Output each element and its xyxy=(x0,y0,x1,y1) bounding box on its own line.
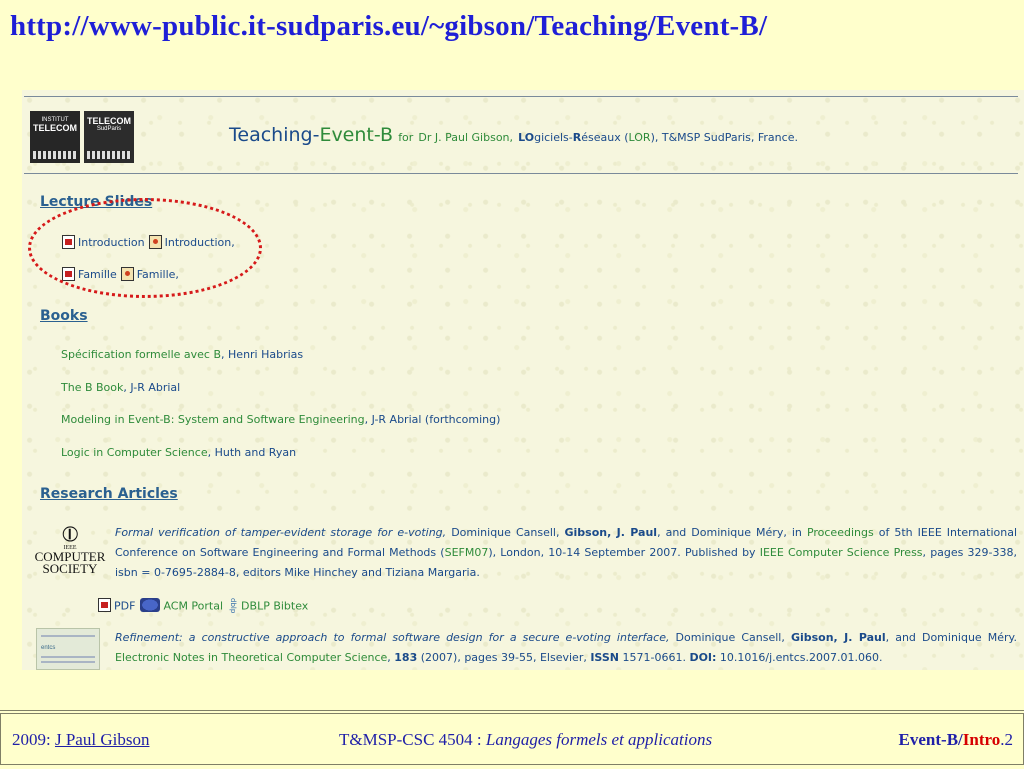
cover-line xyxy=(41,661,95,663)
entcs-journal-cover: entcs xyxy=(36,628,100,670)
title-eseaux: éseaux ( xyxy=(581,131,629,144)
pdf-link[interactable]: PDF xyxy=(114,599,135,612)
issn-value: 1571-0661. xyxy=(618,651,690,664)
lor-link[interactable]: LOR xyxy=(629,131,651,144)
ieee-computer-society-logo: ⦶ IEEE COMPUTER SOCIETY xyxy=(32,521,108,576)
book-item: The B Book, J-R Abrial xyxy=(61,381,180,394)
doi-label: DOI: xyxy=(689,651,717,664)
logo-text-line2: SudParis xyxy=(96,126,122,132)
article2-authors-post: , and Dominique Méry. xyxy=(885,631,1017,644)
footer-center: T&MSP-CSC 4504 : Langages formels et app… xyxy=(339,730,712,750)
footer-left: 2009: J Paul Gibson xyxy=(12,730,149,750)
book-title-link[interactable]: Spécification formelle avec B xyxy=(61,348,221,361)
dblp-bibtex-link[interactable]: DBLP Bibtex xyxy=(241,599,308,612)
pdf-icon xyxy=(98,598,111,613)
logo-text-line1: TELECOM xyxy=(87,116,131,126)
footer-event: Event-B/ xyxy=(898,730,963,749)
book-author: , J-R Abrial (forthcoming) xyxy=(364,413,501,426)
cover-line xyxy=(41,635,95,637)
article2-gibson: Gibson, J. Paul xyxy=(790,631,886,644)
books-heading[interactable]: Books xyxy=(40,308,88,324)
article2-rest: (2007), pages 39-55, Elsevier, xyxy=(417,651,591,664)
book-author: , Henri Habrias xyxy=(221,348,304,361)
book-item: Modeling in Event-B: System and Software… xyxy=(61,413,500,426)
cover-line xyxy=(41,656,95,658)
book-item: Spécification formelle avec B, Henri Hab… xyxy=(61,348,303,361)
book-title-link[interactable]: Logic in Computer Science xyxy=(61,446,208,459)
page-title: Teaching-Event-B for Dr J. Paul Gibson, … xyxy=(229,124,798,146)
footer-course-title: Langages formels et applications xyxy=(485,730,713,749)
ieee-glyph-icon: ⦶ xyxy=(62,521,78,546)
entcs-link[interactable]: Electronic Notes in Theoretical Computer… xyxy=(115,651,387,664)
slide-footer: 2009: J Paul Gibson T&MSP-CSC 4504 : Lan… xyxy=(0,710,1024,769)
title-giciels: giciels- xyxy=(534,131,573,144)
dblp-icon: dblp xyxy=(229,598,238,614)
sefm07-link[interactable]: SEFM07 xyxy=(445,546,489,559)
title-rest: ), T&MSP SudParis, France. xyxy=(650,131,798,144)
footer-right: Event-B/Intro.2 xyxy=(899,730,1013,750)
article-2: Refinement: a constructive approach to f… xyxy=(115,628,1017,668)
acm-icon xyxy=(140,598,161,613)
book-title-link[interactable]: The B Book xyxy=(61,381,123,394)
webpage-screenshot: INSTITUT TELECOM TELECOM SudParis Teachi… xyxy=(22,90,1024,670)
publisher-link[interactable]: IEEE Computer Science Press xyxy=(760,546,923,559)
footer-intro: Intro xyxy=(962,730,1001,749)
header-divider xyxy=(24,173,1018,174)
article1-links: PDF ACM Portal dblp DBLP Bibtex xyxy=(98,598,308,613)
article1-title: Formal verification of tamper-evident st… xyxy=(115,526,447,539)
article2-title: Refinement: a constructive approach to f… xyxy=(115,631,670,644)
article1-authors-post: , and Dominique Méry, in xyxy=(657,526,807,539)
article-1: Formal verification of tamper-evident st… xyxy=(115,523,1017,583)
highlight-ellipse xyxy=(28,198,262,298)
slide-url-heading[interactable]: http://www-public.it-sudparis.eu/~gibson… xyxy=(10,10,767,43)
ieee-line2: SOCIETY xyxy=(42,561,98,576)
footer-frame: 2009: J Paul Gibson T&MSP-CSC 4504 : Lan… xyxy=(0,713,1024,765)
footer-course-code: T&MSP-CSC 4504 : xyxy=(339,730,486,749)
doi-value: 10.1016/j.entcs.2007.01.060. xyxy=(716,651,883,664)
footer-year: 2009: xyxy=(12,730,55,749)
top-divider xyxy=(24,96,1018,97)
telecom-sudparis-logo: TELECOM SudParis xyxy=(84,111,134,163)
article1-gibson: Gibson, J. Paul xyxy=(564,526,658,539)
article2-authors: Dominique Cansell, xyxy=(669,631,791,644)
article1-authors: Dominique Cansell, xyxy=(446,526,565,539)
title-lo: LO xyxy=(518,131,535,144)
title-teaching: Teaching- xyxy=(229,124,320,146)
proceedings-link[interactable]: Proceedings xyxy=(807,526,874,539)
journal-label: entcs xyxy=(41,645,56,651)
book-author: , Huth and Ryan xyxy=(207,446,297,459)
institut-telecom-logo: INSTITUT TELECOM xyxy=(30,111,80,163)
logo-mark xyxy=(87,151,131,159)
issn-label: ISSN xyxy=(590,651,619,664)
logo-mark xyxy=(33,151,77,159)
book-author: , J-R Abrial xyxy=(123,381,181,394)
book-item: Logic in Computer Science, Huth and Ryan xyxy=(61,446,296,459)
author-link[interactable]: Dr J. Paul Gibson, xyxy=(418,131,513,144)
footer-author-link[interactable]: J Paul Gibson xyxy=(55,730,149,749)
title-for: for xyxy=(398,131,414,144)
book-title-link[interactable]: Modeling in Event-B: System and Software… xyxy=(61,413,365,426)
article1-pages: , pages 329-338 xyxy=(922,546,1014,559)
article1-rest: ), London, 10-14 September 2007. Publish… xyxy=(488,546,760,559)
logo-text-line2: TELECOM xyxy=(33,123,77,133)
title-r: R xyxy=(572,131,582,144)
acm-portal-link[interactable]: ACM Portal xyxy=(163,599,223,612)
research-articles-heading[interactable]: Research Articles xyxy=(40,486,178,502)
article2-volume: 183 xyxy=(394,651,418,664)
footer-page-number: .2 xyxy=(1000,730,1013,749)
title-eventb: Event-B xyxy=(319,124,394,146)
